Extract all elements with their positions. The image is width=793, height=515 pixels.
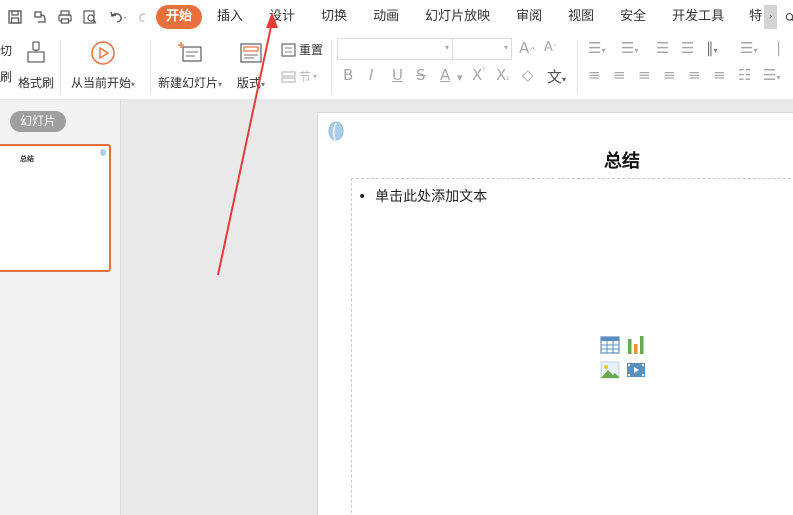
bullet-list-icon[interactable]: ☰▾ [588,39,605,57]
redo-icon[interactable] [137,8,147,26]
distribute-icon[interactable]: ≡ [688,66,701,84]
align-center-icon[interactable]: ≡ [613,66,626,84]
cut-button[interactable]: 切 [0,42,12,59]
line-spacing-icon[interactable]: ☰▾ [740,39,757,57]
increase-font-icon[interactable]: A^ [519,39,536,57]
slide[interactable]: 总结 • 单击此处添加文本 [317,112,793,515]
chevron-down-icon: ▾ [444,43,449,52]
print-preview-icon[interactable] [81,8,99,26]
insert-content-icons [600,335,650,381]
tab-home[interactable]: 开始 [156,5,203,29]
cut-label: 切 [0,44,13,58]
separator [60,40,61,94]
chevron-down-icon: ▾ [503,43,508,52]
from-current-label: 从当前开始▾ [71,76,136,90]
layout-button[interactable]: 版式▾ [237,38,265,91]
decrease-font-icon[interactable]: Aˇ [544,40,557,55]
insert-chart-icon[interactable] [626,335,646,355]
quick-access-toolbar [0,8,154,26]
logo-icon [326,120,346,146]
menu-bar: 开始 插入 设计 切换 动画 幻灯片放映 审阅 视图 安全 开发工具 特 › 查… [0,0,793,34]
slide-canvas: 总结 • 单击此处添加文本 [121,100,793,515]
vertical-align-icon[interactable]: ≡ [713,66,726,84]
italic-icon[interactable]: I [369,66,373,84]
increase-indent-icon[interactable]: ☰ [681,39,694,57]
brush-label: 刷 [0,70,13,84]
search-icon [785,12,793,21]
separator [577,40,578,94]
reset-label: 重置 [299,43,324,57]
from-current-button[interactable]: 从当前开始▾ [71,38,135,91]
subscript-icon[interactable]: X₂ [496,66,510,84]
placeholder-text[interactable]: • 单击此处添加文本 [358,186,487,206]
format-painter-icon [25,38,47,68]
reset-button[interactable]: 重置 [281,41,323,58]
tab-view[interactable]: 视图 [557,5,605,29]
tab-developer[interactable]: 开发工具 [661,5,735,29]
underline-icon[interactable]: U [392,66,403,84]
slide-thumbnail[interactable]: 总结 [0,144,111,272]
print-icon[interactable] [56,8,74,26]
tab-transitions[interactable]: 切换 [310,5,358,29]
reset-icon [281,42,296,57]
ribbon-toolbar: 切 刷 格式刷 从当前开始▾ 新建幻灯片▾ 版式▾ 重置 节 ▾ ▾ ▾ A^ … [0,34,793,100]
columns-icon[interactable]: ∥▾ [706,39,718,57]
undo-icon[interactable] [106,8,130,26]
section-icon [281,70,296,83]
more-tabs-button[interactable]: › [764,5,778,29]
chevron-down-icon[interactable]: ▾ [457,71,463,84]
wps-presentation-window: 开始 插入 设计 切换 动画 幻灯片放映 审阅 视图 安全 开发工具 特 › 查… [0,0,793,515]
play-icon [90,38,116,68]
slides-pane: 幻灯片 总结 [0,100,121,515]
layout-icon [239,38,263,68]
insert-video-icon[interactable] [626,360,646,380]
superscript-icon[interactable]: X² [472,66,486,84]
font-color-icon[interactable]: A [440,66,450,84]
align-left-icon[interactable]: ≡ [588,66,601,84]
phonetic-icon[interactable]: 文▾ [547,66,566,87]
new-slide-icon [176,38,204,68]
format-painter-label: 格式刷 [18,76,55,90]
decrease-indent-icon[interactable]: ☰ [656,39,669,57]
tab-slideshow[interactable]: 幻灯片放映 [414,5,501,29]
thumbnail-title: 总结 [20,155,34,163]
save-icon[interactable] [6,8,24,26]
strikethrough-icon[interactable]: S [416,66,426,84]
layout-label: 版式▾ [237,76,266,90]
logo-icon [100,149,106,156]
tab-design[interactable]: 设计 [258,5,306,29]
slide-title[interactable]: 总结 [604,147,640,173]
numbered-list-icon[interactable]: ☰▾ [621,39,638,57]
paragraph-settings-icon[interactable]: ☰▾ [763,66,780,84]
text-columns-icon[interactable]: ☷ [738,66,751,84]
section-label: 节 [299,70,312,84]
content-placeholder[interactable]: • 单击此处添加文本 [351,178,793,515]
section-button[interactable]: 节 ▾ [281,68,317,85]
eraser-icon[interactable]: ◇ [522,66,534,84]
save-as-icon[interactable] [31,8,49,26]
justify-icon[interactable]: ≡ [663,66,676,84]
align-right-icon[interactable]: ≡ [638,66,651,84]
insert-picture-icon[interactable] [600,360,620,380]
ribbon-tabs: 开始 插入 设计 切换 动画 幻灯片放映 审阅 视图 安全 开发工具 特 › [156,5,778,29]
tab-animations[interactable]: 动画 [362,5,410,29]
tab-review[interactable]: 审阅 [505,5,553,29]
font-size-select[interactable]: ▾ [452,38,512,60]
format-painter-button[interactable]: 格式刷 [18,38,54,91]
tab-special[interactable]: 特 [739,5,766,29]
tab-insert[interactable]: 插入 [206,5,254,29]
separator [150,40,151,94]
search-box[interactable]: 查找 [785,0,793,36]
separator [331,40,332,94]
tab-security[interactable]: 安全 [609,5,657,29]
new-slide-button[interactable]: 新建幻灯片▾ [158,38,222,91]
slides-pane-tab[interactable]: 幻灯片 [10,111,66,132]
font-family-select[interactable]: ▾ [337,38,453,60]
insert-table-icon[interactable] [600,335,620,355]
bold-icon[interactable]: B [343,66,353,84]
text-direction-icon[interactable]: ∣ [775,39,783,57]
new-slide-label: 新建幻灯片▾ [158,76,223,90]
brush-button[interactable]: 刷 [0,68,12,85]
